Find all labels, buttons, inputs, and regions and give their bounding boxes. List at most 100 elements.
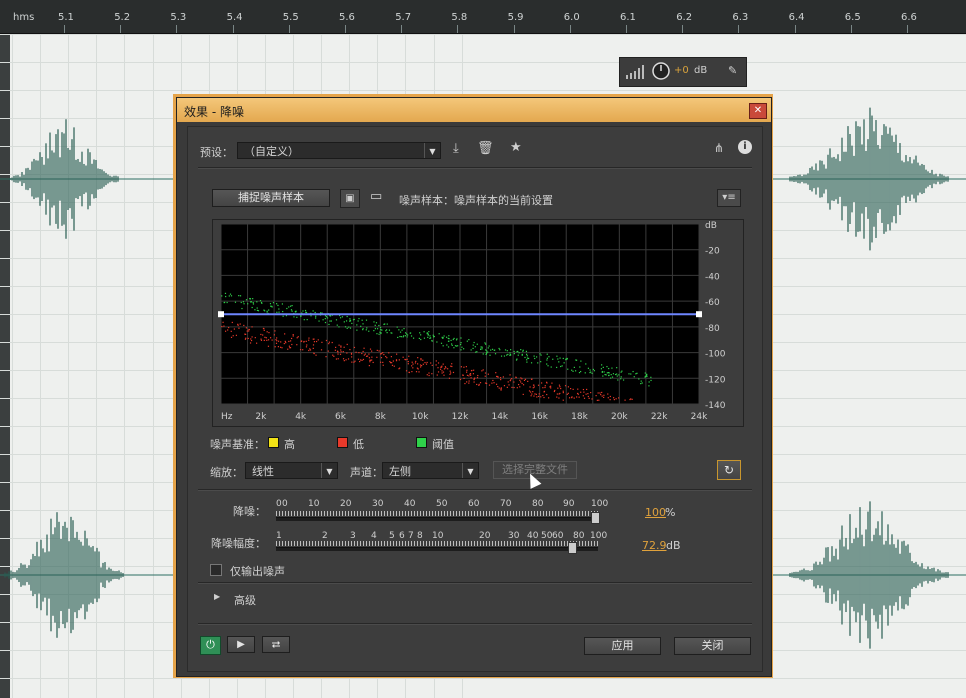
graph-x-tick-label: Hz <box>221 412 233 422</box>
noise-sample-point <box>372 361 374 364</box>
folder-icon[interactable]: ▭ <box>370 189 382 204</box>
preset-dropdown[interactable]: （自定义） ▼ <box>237 142 441 159</box>
timeline-ruler[interactable]: hms 5.1 5.2 5.3 5.4 5.5 5.6 5.7 5.8 5.9 6.0 6.1 6.2… <box>0 0 966 34</box>
noise-sample-point <box>288 345 291 347</box>
noise-sample-point <box>442 371 445 373</box>
gain-value[interactable]: +0 <box>674 65 689 76</box>
noise-sample-point <box>518 352 520 354</box>
noise-sample-point <box>527 357 530 360</box>
noise-sample-point <box>223 325 225 327</box>
noise-sample-point <box>489 354 491 356</box>
noise-sample-point <box>432 336 435 338</box>
noise-sample-point <box>405 333 408 335</box>
close-icon[interactable]: ✕ <box>749 103 767 119</box>
timeline-tick <box>64 25 65 33</box>
noise-sample-point <box>282 310 284 313</box>
level-toolbar[interactable]: +0 dB ✎ <box>619 57 747 87</box>
amount-value[interactable]: 72.9 <box>642 539 667 552</box>
noise-spectrum-graph[interactable]: dB -20 -40 -60 -80 -100 -120 -140 Hz 2k 4k 6k 8k 10k 1… <box>212 219 744 427</box>
noise-sample-point <box>577 388 579 390</box>
noise-sample-point <box>335 319 338 321</box>
noise-sample-point <box>417 368 419 370</box>
timeline-tick <box>569 25 571 33</box>
slider-tick-label: 50 <box>541 531 553 541</box>
noise-sample-point <box>386 357 388 359</box>
reduction-slider-track[interactable] <box>276 517 598 521</box>
noise-sample-point <box>612 373 615 375</box>
timeline-tick-label: 6.5 <box>844 12 861 23</box>
reset-icon[interactable]: ↻ <box>717 460 741 480</box>
amount-slider-track[interactable] <box>276 547 598 551</box>
noise-sample-point <box>343 360 345 362</box>
noise-sample-point <box>473 341 475 344</box>
graph-y-tick-label: dB <box>705 221 717 231</box>
noise-sample-point <box>376 328 379 330</box>
noise-sample-point <box>526 361 528 363</box>
pin-icon[interactable]: ✎ <box>728 64 737 77</box>
noise-sample-point <box>521 353 523 356</box>
apply-button[interactable]: 应用 <box>584 637 661 655</box>
noise-sample-point <box>439 368 442 370</box>
noise-sample-point <box>466 374 469 376</box>
noise-sample-point <box>338 326 340 328</box>
noise-sample-point <box>419 332 421 334</box>
timeline-tick <box>457 25 459 33</box>
channel-dropdown[interactable]: 左侧 ▼ <box>382 462 479 479</box>
noise-sample-point <box>420 365 423 367</box>
star-icon[interactable]: ★ <box>510 140 522 155</box>
noise-sample-point <box>250 339 253 342</box>
noise-sample-point <box>428 374 430 377</box>
expand-triangle-icon[interactable]: ▶ <box>214 592 220 601</box>
noise-sample-point <box>530 391 532 393</box>
reduction-value[interactable]: 100 <box>645 506 666 519</box>
noise-sample-point <box>435 360 437 362</box>
save-icon[interactable]: ▣ <box>340 189 360 208</box>
output-noise-only-checkbox[interactable] <box>210 564 222 576</box>
noise-sample-point <box>500 378 502 381</box>
advanced-section-toggle[interactable]: 高级 <box>234 592 256 608</box>
routing-icon[interactable]: ⋔ <box>714 141 724 155</box>
noise-sample-point <box>313 352 315 354</box>
dialog-titlebar[interactable]: 效果 - 降噪 ✕ <box>177 98 771 122</box>
slider-tick-label: 30 <box>372 499 384 509</box>
noise-sample-point <box>224 330 227 332</box>
noise-sample-point <box>266 310 268 312</box>
noise-sample-point <box>463 366 465 368</box>
noise-sample-point <box>451 343 453 345</box>
loop-icon[interactable]: ⮂ <box>262 636 290 653</box>
noise-sample-point <box>442 363 444 365</box>
noise-sample-point <box>284 340 286 343</box>
amount-slider-thumb[interactable] <box>568 542 578 554</box>
scale-dropdown[interactable]: 线性 ▼ <box>245 462 338 479</box>
menu-icon[interactable]: ▾≡ <box>717 189 741 207</box>
reduction-slider-thumb[interactable] <box>591 512 600 524</box>
noise-sample-point <box>520 381 522 383</box>
noise-sample-point <box>460 366 463 368</box>
noise-sample-point <box>276 311 278 313</box>
noise-sample-point <box>481 370 483 372</box>
noise-sample-point <box>406 358 408 360</box>
noise-sample-point <box>399 331 402 333</box>
save-preset-icon[interactable]: ⤓ <box>453 141 459 156</box>
noise-sample-point <box>650 376 652 378</box>
slider-tick-label: 0 <box>276 499 282 509</box>
noise-sample-point <box>450 365 452 367</box>
noise-sample-point <box>602 375 604 377</box>
trash-icon[interactable]: 🗑 <box>477 141 494 156</box>
noise-sample-point <box>303 340 305 343</box>
divider <box>198 167 752 169</box>
noise-sample-point <box>461 346 463 348</box>
noise-sample-point <box>284 333 286 335</box>
noise-sample-point <box>411 365 413 367</box>
noise-sample-point <box>328 323 330 326</box>
close-button[interactable]: 关闭 <box>674 637 751 655</box>
noise-sample-point <box>303 319 305 321</box>
threshold-handle[interactable] <box>696 311 702 318</box>
threshold-handle[interactable] <box>218 311 224 318</box>
capture-noise-sample-button[interactable]: 捕捉噪声样本 <box>212 189 330 207</box>
power-icon[interactable]: ⏻ <box>200 636 221 655</box>
play-icon[interactable]: ▶ <box>227 636 255 653</box>
noise-sample-point <box>243 303 245 305</box>
gain-knob-icon[interactable] <box>652 62 670 80</box>
info-icon[interactable]: i <box>738 140 752 154</box>
